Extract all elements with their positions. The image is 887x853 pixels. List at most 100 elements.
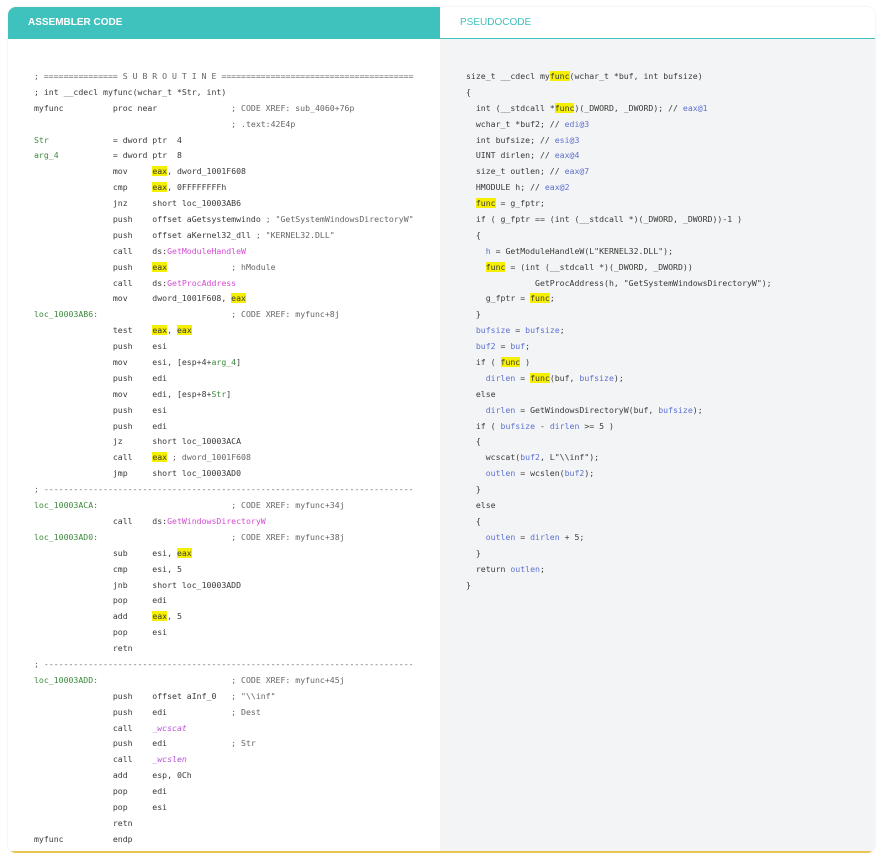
code-token: >= 5 )	[579, 420, 614, 431]
highlighted-token: func	[475, 198, 496, 209]
pseudocode-line: int (__stdcall *func)(_DWORD, _DWORD); /…	[466, 101, 772, 117]
code-token: push edi	[34, 420, 168, 431]
assembler-line: push edi ; Str	[34, 736, 414, 752]
code-token: = (int (__stdcall *)(_DWORD, _DWORD))	[505, 261, 693, 272]
code-token: Str	[34, 134, 49, 145]
code-token: bufsize	[525, 325, 560, 336]
pseudocode-line: func = g_fptr;	[466, 196, 772, 212]
code-token: call ds:	[34, 245, 168, 256]
code-token: = GetWindowsDirectoryW(buf,	[515, 404, 659, 415]
tab-pseudocode[interactable]: PSEUDOCODE	[440, 7, 875, 39]
code-token: eax@1	[682, 102, 708, 113]
highlighted-token: func	[549, 71, 570, 81]
assembler-line: call ds:GetProcAddress	[34, 276, 414, 292]
assembler-line: myfunc proc near ; CODE XREF: sub_4060+7…	[34, 101, 414, 117]
code-token: if (	[466, 420, 501, 431]
pseudocode-line: size_t outlen; // eax@7	[466, 164, 772, 180]
code-token: buf	[510, 341, 526, 352]
code-token: ;	[539, 563, 545, 574]
code-token: ]	[236, 357, 242, 368]
code-token: }	[466, 579, 471, 590]
code-token: =	[510, 325, 526, 336]
assembler-line: pop esi	[34, 625, 414, 641]
code-token: push offset aInf_0	[34, 690, 232, 701]
code-token: dirlen	[485, 404, 516, 415]
pseudocode-line: {	[466, 228, 772, 244]
code-token: = wcslen(	[515, 468, 565, 479]
highlighted-token: func	[530, 372, 550, 383]
code-token: push esi	[34, 341, 168, 352]
code-token: bufsize	[500, 420, 536, 431]
code-token: ; hModule	[231, 261, 276, 272]
highlighted-token: eax	[152, 182, 168, 193]
code-token: buf2	[466, 341, 496, 352]
assembler-line: push edi	[34, 419, 414, 435]
pseudocode-line: func = (int (__stdcall *)(_DWORD, _DWORD…	[466, 260, 772, 276]
code-token: outlen	[510, 563, 540, 574]
pseudocode-line: HMODULE h; // eax@2	[466, 180, 772, 196]
code-token: Str	[211, 388, 227, 399]
code-token: loc_10003AB6:	[34, 309, 99, 320]
code-token: ;	[559, 325, 565, 336]
highlighted-token: func	[485, 261, 506, 272]
assembler-line: jz short loc_10003ACA	[34, 434, 414, 450]
assembler-line: arg_4 = dword ptr 8	[34, 148, 414, 164]
pseudocode-line: return outlen;	[466, 562, 772, 578]
tab-assembler-code[interactable]: ASSEMBLER CODE	[8, 7, 440, 39]
pseudocode-pane: size_t __cdecl myfunc(wchar_t *buf, int …	[440, 39, 875, 853]
assembler-line: Str = dword ptr 4	[34, 133, 414, 149]
code-token: bufsize	[658, 404, 693, 415]
code-token: -	[535, 420, 550, 431]
pseudocode-line: outlen = wcslen(buf2);	[466, 466, 772, 482]
assembler-line: push offset aInf_0 ; "\\inf"	[34, 689, 414, 705]
assembler-line: pop edi	[34, 784, 414, 800]
pseudocode-line: buf2 = buf;	[466, 339, 772, 355]
pseudocode-line: {	[466, 434, 772, 450]
pseudocode-line: UINT dirlen; // eax@4	[466, 148, 772, 164]
assembler-line: push esi	[34, 339, 414, 355]
code-token: {	[466, 436, 481, 447]
code-token: ; "KERNEL32.DLL"	[255, 229, 335, 240]
assembler-line: add esp, 0Ch	[34, 768, 414, 784]
code-token: push edi	[34, 706, 232, 717]
code-token: arg_4	[211, 357, 237, 368]
code-token: )	[520, 357, 531, 368]
code-token: edi@3	[564, 118, 590, 129]
pseudocode-line: }	[466, 482, 772, 498]
code-token: cmp	[34, 182, 153, 193]
code-token: ; dword_1001F608	[172, 452, 251, 463]
code-token: push edi	[34, 738, 232, 749]
code-token: loc_10003ACA:	[34, 500, 99, 511]
code-token: esi@3	[554, 134, 580, 145]
pseudocode-line: outlen = dirlen + 5;	[466, 530, 772, 546]
code-token: pop esi	[34, 801, 168, 812]
code-token: int (__stdcall *	[466, 102, 555, 113]
pseudocode-line: wchar_t *buf2; // edi@3	[466, 117, 772, 133]
pseudocode-line: }	[466, 307, 772, 323]
code-token: );	[692, 404, 703, 415]
code-token: jnz short loc_10003AB6	[34, 198, 242, 209]
assembler-line: call ds:GetWindowsDirectoryW	[34, 514, 414, 530]
assembler-line: loc_10003AB6: ; CODE XREF: myfunc+8j	[34, 307, 414, 323]
code-token: = dword ptr 8	[58, 150, 182, 161]
code-token: return	[466, 563, 511, 574]
assembler-line: mov esi, [esp+4+arg_4]	[34, 355, 414, 371]
highlighted-token: func	[554, 102, 575, 113]
assembler-line: mov eax, dword_1001F608	[34, 164, 414, 180]
assembler-line: push eax ; hModule	[34, 260, 414, 276]
code-token: bufsize	[466, 325, 511, 336]
code-token: ]	[226, 388, 232, 399]
pseudocode-line: bufsize = bufsize;	[466, 323, 772, 339]
assembler-line: jnb short loc_10003ADD	[34, 578, 414, 594]
code-token: HMODULE h; //	[466, 182, 545, 193]
code-token: test	[34, 325, 153, 336]
code-token: }	[466, 484, 481, 495]
code-token: ; CODE XREF: myfunc+45j	[231, 674, 345, 685]
assembler-line: ; --------------------------------------…	[34, 657, 414, 673]
